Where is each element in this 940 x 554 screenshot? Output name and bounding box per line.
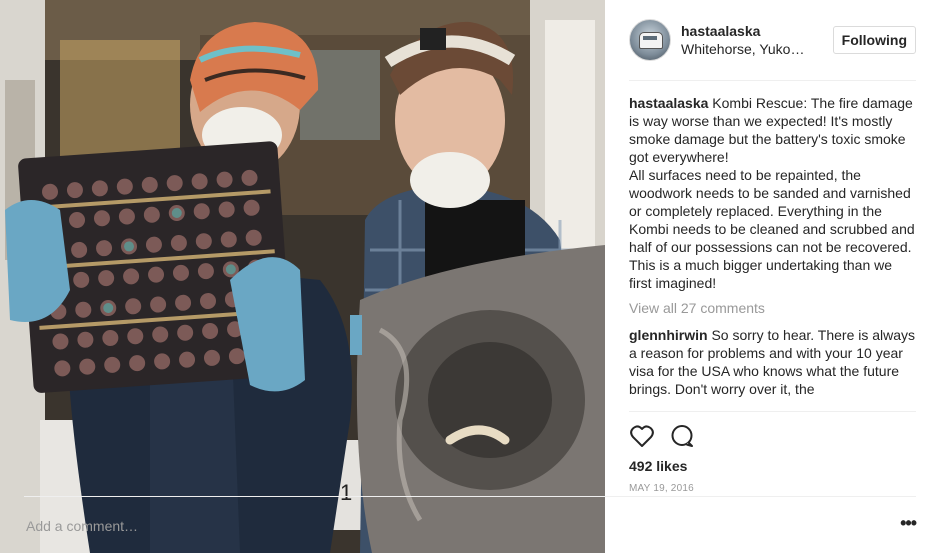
likes-count[interactable]: 492 likes — [629, 457, 916, 475]
following-button[interactable]: Following — [832, 26, 916, 54]
post-header: hastaalaska Whitehorse, Yuko… Following — [629, 0, 916, 81]
comment-author-link[interactable]: glennhirwin — [629, 327, 708, 343]
more-options-icon[interactable]: ••• — [900, 514, 917, 534]
add-comment-bar: ••• — [24, 496, 917, 554]
username-link[interactable]: hastaalaska — [681, 22, 833, 40]
post-sidebar: hastaalaska Whitehorse, Yuko… Following … — [605, 0, 940, 553]
heart-icon[interactable] — [629, 423, 655, 449]
caption: hastaalaska Kombi Rescue: The fire damag… — [629, 94, 916, 292]
location-link[interactable]: Whitehorse, Yuko… — [681, 40, 813, 58]
avatar[interactable] — [629, 19, 671, 61]
view-all-comments-link[interactable]: View all 27 comments — [629, 299, 916, 317]
caption-author-link[interactable]: hastaalaska — [629, 95, 708, 111]
post-date[interactable]: MAY 19, 2016 — [629, 483, 916, 494]
comments-section[interactable]: hastaalaska Kombi Rescue: The fire damag… — [629, 81, 916, 411]
add-comment-input[interactable] — [24, 517, 901, 534]
avatar-van-image — [639, 32, 663, 49]
user-block: hastaalaska Whitehorse, Yuko… — [681, 22, 833, 58]
photo-illustration: 1 — [0, 0, 605, 553]
instagram-post: 1 hastaalaska Whitehorse, Yuko… Followin… — [0, 0, 940, 553]
post-photo[interactable]: 1 — [0, 0, 605, 553]
comment-bubble-icon[interactable] — [669, 423, 695, 449]
action-bar — [629, 411, 916, 451]
caption-text: Kombi Rescue: The fire damage is way wor… — [629, 95, 915, 291]
comment-item: glennhirwin So sorry to hear. There is a… — [629, 326, 916, 398]
